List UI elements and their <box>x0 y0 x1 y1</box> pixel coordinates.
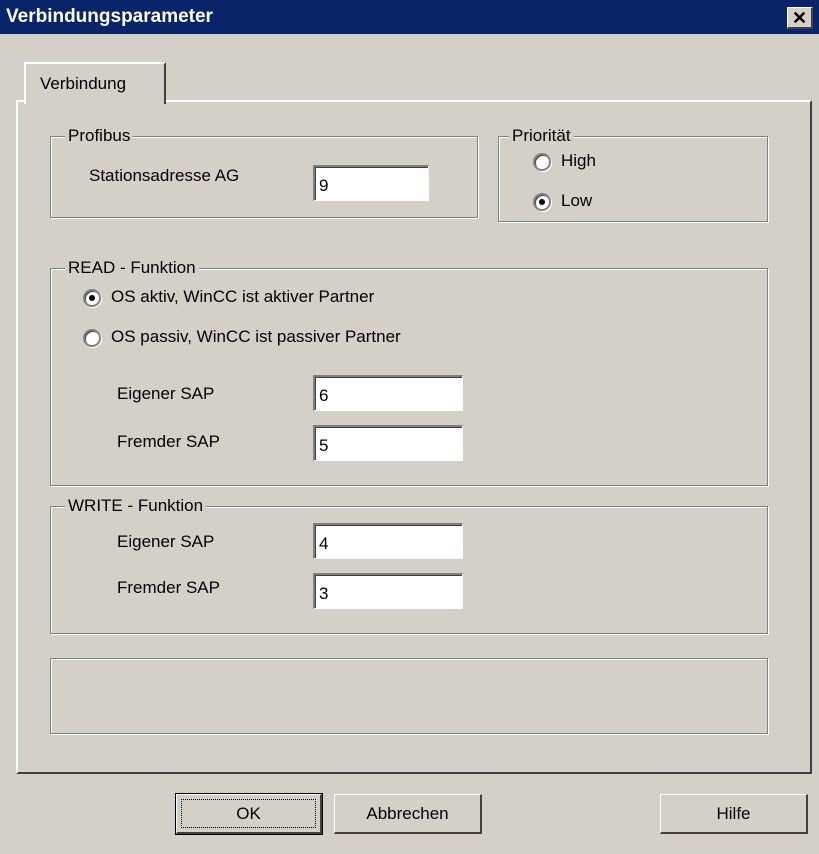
read-own-sap-label: Eigener SAP <box>117 384 215 403</box>
close-button[interactable]: ✕ <box>787 7 813 29</box>
priority-low-radio-circle[interactable] <box>533 193 551 211</box>
priority-legend: Priorität <box>509 125 574 147</box>
profibus-group: Profibus Stationsadresse AG 9 <box>50 125 478 218</box>
read-foreign-sap-field[interactable]: 5 <box>313 425 463 461</box>
cancel-button-label: Abbrechen <box>366 803 449 823</box>
read-active-label: OS aktiv, WinCC ist aktiver Partner <box>111 287 375 306</box>
tab-label: Verbindung <box>40 74 127 93</box>
help-button[interactable]: Hilfe <box>660 794 808 834</box>
read-active-radio-circle[interactable] <box>83 289 101 307</box>
read-passive-radio-circle[interactable] <box>83 329 101 347</box>
help-button-label: Hilfe <box>716 803 751 823</box>
read-own-sap-field[interactable]: 6 <box>313 375 463 411</box>
write-foreign-sap-field[interactable]: 3 <box>313 573 463 609</box>
connection-parameters-dialog: Verbindungsparameter ✕ Verbindung Profib… <box>0 0 819 854</box>
station-address-field[interactable]: 9 <box>313 165 429 201</box>
priority-high-label: High <box>561 151 596 170</box>
read-foreign-sap-label: Fremder SAP <box>117 432 220 451</box>
read-passive-label: OS passiv, WinCC ist passiver Partner <box>111 327 401 346</box>
profibus-legend: Profibus <box>65 125 134 147</box>
priority-high-radio-circle[interactable] <box>533 153 551 171</box>
write-function-group: WRITE - Funktion Eigener SAP 4 Fremder S… <box>50 495 768 634</box>
info-box <box>50 658 768 734</box>
read-function-legend: READ - Funktion <box>65 257 199 279</box>
tab-panel: Profibus Stationsadresse AG 9 Priorität … <box>16 100 812 774</box>
ok-button-label: OK <box>236 803 261 823</box>
ok-button[interactable]: OK <box>175 793 323 835</box>
window-title: Verbindungsparameter <box>6 6 213 27</box>
station-address-label: Stationsadresse AG <box>89 166 240 185</box>
write-own-sap-label: Eigener SAP <box>117 532 215 551</box>
tab-verbindung[interactable]: Verbindung <box>24 62 166 104</box>
write-foreign-sap-label: Fremder SAP <box>117 578 220 597</box>
close-icon: ✕ <box>791 7 808 28</box>
write-function-legend: WRITE - Funktion <box>65 495 207 517</box>
cancel-button[interactable]: Abbrechen <box>334 794 482 834</box>
priority-group: Priorität High Low <box>498 125 768 222</box>
priority-low-label: Low <box>561 191 593 210</box>
read-function-group: READ - Funktion OS aktiv, WinCC ist akti… <box>50 257 768 486</box>
write-own-sap-field[interactable]: 4 <box>313 523 463 559</box>
title-bar[interactable]: Verbindungsparameter ✕ <box>0 0 819 34</box>
